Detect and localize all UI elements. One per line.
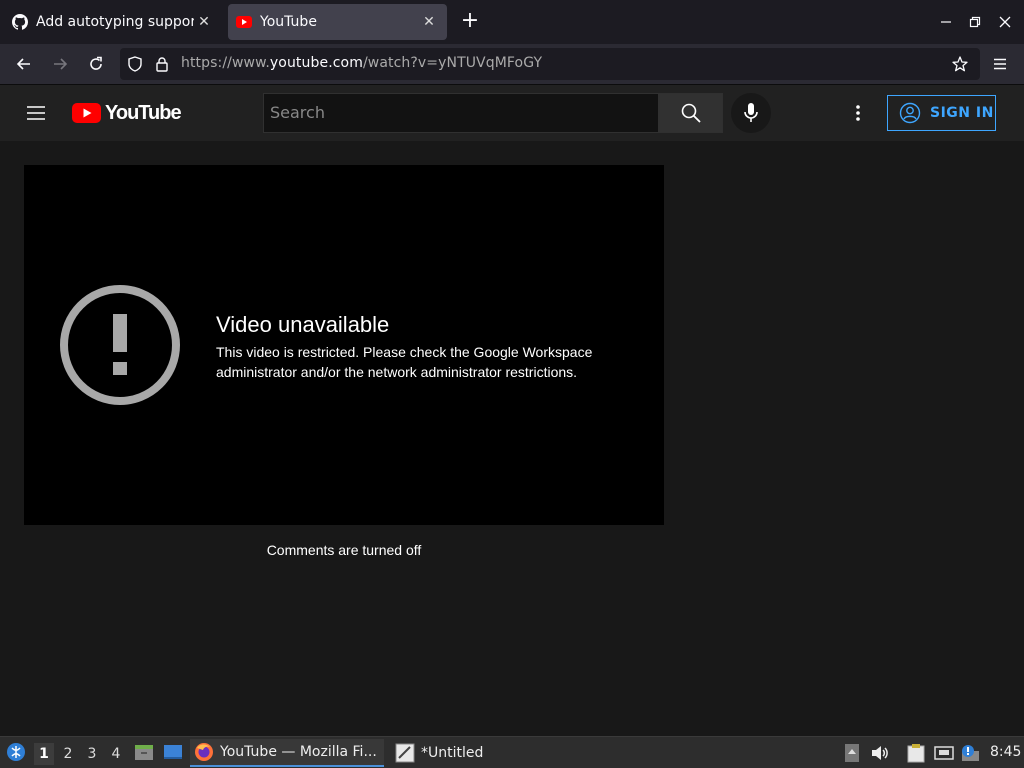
- start-menu-icon[interactable]: [5, 741, 27, 763]
- workspace-1[interactable]: 1: [34, 743, 54, 765]
- logo-text: YouTube: [105, 101, 182, 124]
- close-window-icon[interactable]: [993, 10, 1017, 34]
- clipboard-icon[interactable]: [906, 743, 926, 763]
- system-taskbar: 1 2 3 4 YouTube — Mozilla Fi... *Untitle…: [0, 736, 1024, 768]
- youtube-logo-icon: [72, 103, 101, 123]
- sign-in-label: SIGN IN: [930, 105, 994, 121]
- app-menu-icon[interactable]: [986, 50, 1014, 78]
- youtube-logo[interactable]: YouTube: [72, 101, 182, 124]
- bookmark-star-icon[interactable]: [952, 56, 968, 72]
- error-message: This video is restricted. Please check t…: [216, 344, 593, 380]
- more-options-icon[interactable]: [846, 101, 870, 125]
- search-button[interactable]: [659, 93, 723, 133]
- forward-button[interactable]: [46, 50, 74, 78]
- account-icon: [899, 102, 921, 124]
- taskbar-item-firefox[interactable]: YouTube — Mozilla Fi...: [190, 739, 384, 767]
- youtube-header: YouTube Search SIGN IN: [0, 85, 1024, 141]
- scroll-up-icon[interactable]: [842, 743, 862, 763]
- new-tab-button[interactable]: +: [458, 10, 482, 34]
- firefox-icon: [194, 742, 214, 762]
- clock[interactable]: 8:45: [990, 744, 1021, 760]
- restore-icon[interactable]: [963, 10, 987, 34]
- sign-in-button[interactable]: SIGN IN: [887, 95, 996, 131]
- taskbar-item-editor[interactable]: *Untitled: [392, 739, 522, 767]
- guide-menu-icon[interactable]: [24, 101, 48, 125]
- tab-youtube[interactable]: YouTube ✕: [228, 4, 447, 40]
- task-label: YouTube — Mozilla Fi...: [220, 744, 377, 760]
- reload-button[interactable]: [82, 50, 110, 78]
- lock-icon[interactable]: [154, 56, 170, 72]
- error-title: Video unavailable: [216, 312, 390, 337]
- back-button[interactable]: [10, 50, 38, 78]
- youtube-icon: [236, 14, 252, 30]
- text-editor-icon: [395, 743, 415, 763]
- microphone-icon: [744, 103, 758, 122]
- workspace-3[interactable]: 3: [82, 743, 102, 765]
- network-icon[interactable]: [934, 743, 954, 763]
- github-icon: [12, 14, 28, 30]
- tab-label: Add autotyping support: [36, 14, 194, 30]
- task-label: *Untitled: [421, 745, 484, 761]
- tab-label: YouTube: [260, 14, 317, 30]
- volume-icon[interactable]: [870, 743, 890, 763]
- search-icon: [681, 103, 701, 123]
- exclamation-warning-icon: [60, 285, 180, 405]
- tab-add-autotyping[interactable]: Add autotyping support ✕: [4, 4, 222, 40]
- minimize-icon[interactable]: [934, 10, 958, 34]
- show-desktop-icon[interactable]: [162, 741, 184, 763]
- url-text[interactable]: https://www.youtube.com/watch?v=yNTUVqMF…: [181, 55, 542, 71]
- video-player[interactable]: Video unavailable This video is restrict…: [24, 165, 664, 525]
- comments-status: Comments are turned off: [266, 542, 422, 558]
- url-bar[interactable]: https://www.youtube.com/watch?v=yNTUVqMF…: [120, 48, 980, 80]
- voice-search-button[interactable]: [731, 93, 771, 133]
- search-input[interactable]: Search: [263, 93, 659, 133]
- update-notifier-icon[interactable]: [960, 743, 980, 763]
- workspace-2[interactable]: 2: [58, 743, 78, 765]
- shield-icon[interactable]: [127, 56, 143, 72]
- close-tab-icon[interactable]: ✕: [419, 12, 439, 32]
- close-tab-icon[interactable]: ✕: [194, 12, 214, 32]
- navigation-toolbar: https://www.youtube.com/watch?v=yNTUVqMF…: [0, 44, 1024, 85]
- browser-tab-strip: Add autotyping support ✕ YouTube ✕ +: [0, 0, 1024, 44]
- workspace-4[interactable]: 4: [106, 743, 126, 765]
- file-manager-icon[interactable]: [133, 741, 155, 763]
